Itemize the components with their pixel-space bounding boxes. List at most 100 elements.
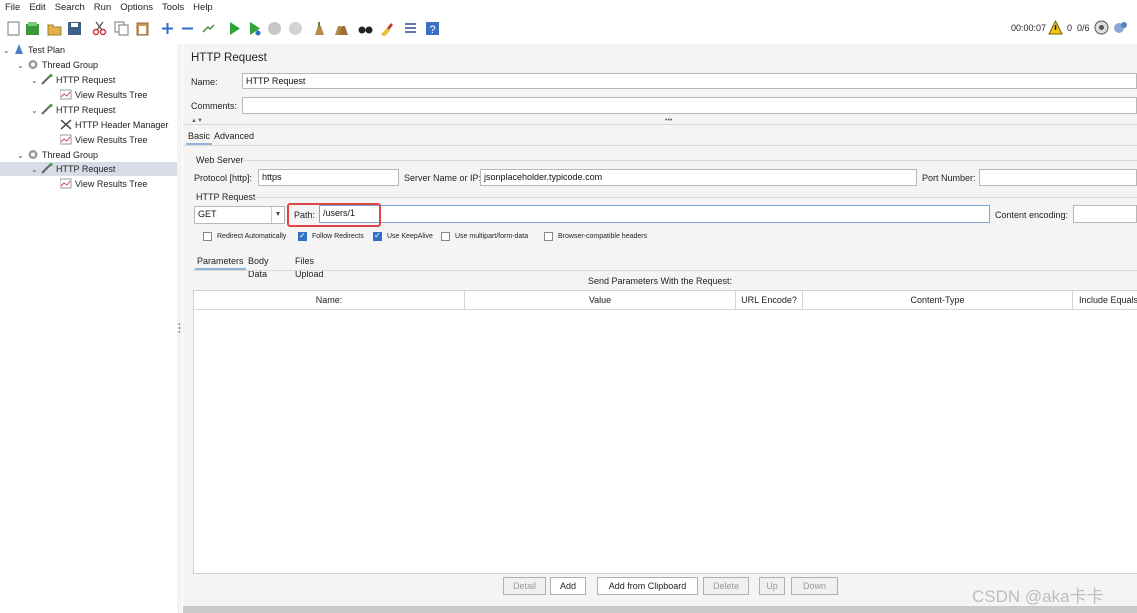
redirect-automatically-label: Redirect Automatically	[217, 233, 287, 240]
menu-run[interactable]: Run	[94, 2, 111, 13]
start-no-pause-icon[interactable]	[247, 21, 262, 36]
protocol-label: Protocol [http]:	[194, 173, 253, 183]
tree-node-view-results-tree[interactable]: View Results Tree	[60, 133, 147, 147]
path-highlight-box	[287, 203, 381, 227]
shutdown-icon[interactable]	[288, 21, 303, 36]
warning-icon[interactable]	[1048, 20, 1063, 35]
column-include-equals[interactable]: Include Equals?	[1073, 291, 1137, 309]
content-encoding-field[interactable]	[1073, 205, 1137, 223]
tools-icon	[60, 119, 72, 130]
collapse-icon[interactable]	[180, 21, 195, 36]
logger-icon[interactable]	[1113, 20, 1128, 35]
elapsed-time: 00:00:07	[1011, 23, 1047, 33]
remote-threads-icon[interactable]	[1094, 20, 1109, 35]
clear-icon[interactable]	[312, 21, 327, 36]
up-button[interactable]: Up	[759, 577, 785, 595]
server-field[interactable]: jsonplaceholder.typicode.com	[480, 169, 917, 186]
name-field[interactable]: HTTP Request	[242, 73, 1137, 89]
path-field[interactable]: /users/1	[319, 205, 990, 223]
tree-node-http-header-manager[interactable]: HTTP Header Manager	[60, 118, 168, 132]
method-select[interactable]: GET ▼	[194, 206, 285, 224]
detail-button[interactable]: Detail	[503, 577, 546, 595]
delete-button[interactable]: Delete	[703, 577, 749, 595]
port-label: Port Number:	[922, 173, 976, 183]
tree-node-view-results-tree[interactable]: View Results Tree	[60, 88, 147, 102]
menu-options[interactable]: Options	[120, 2, 153, 13]
follow-redirects-label: Follow Redirects	[312, 233, 364, 240]
chart-icon	[60, 134, 72, 145]
stop-icon[interactable]	[267, 21, 282, 36]
down-button[interactable]: Down	[791, 577, 838, 595]
column-value[interactable]: Value	[465, 291, 736, 309]
http-request-section-label: HTTP Request	[196, 192, 256, 202]
templates-icon[interactable]	[25, 21, 40, 36]
menu-file[interactable]: File	[5, 2, 20, 13]
search-binoculars-icon[interactable]	[358, 21, 373, 36]
expand-icon[interactable]	[160, 21, 175, 36]
port-field[interactable]	[979, 169, 1137, 186]
chevron-down-icon[interactable]: ⌄	[3, 44, 13, 58]
toolbar: ? 00:00:07 0 0/6	[0, 14, 1137, 45]
parameters-table[interactable]: Name: Value URL Encode? Content-Type Inc…	[193, 290, 1137, 574]
copy-icon[interactable]	[114, 21, 129, 36]
web-server-divider	[243, 160, 1137, 161]
start-icon[interactable]	[227, 21, 242, 36]
new-icon[interactable]	[6, 21, 21, 36]
tree-node-http-request-selected[interactable]: ⌄ HTTP Request	[0, 162, 177, 176]
gear-icon	[28, 150, 38, 159]
tab-basic[interactable]: Basic	[186, 130, 213, 145]
reset-search-icon[interactable]	[379, 21, 394, 36]
open-icon[interactable]	[47, 21, 62, 36]
divider-grip-icon[interactable]: •••	[665, 117, 672, 124]
use-multipart-label: Use multipart/form-data	[455, 233, 529, 240]
add-from-clipboard-button[interactable]: Add from Clipboard	[597, 577, 698, 595]
chevron-down-icon[interactable]: ⌄	[31, 74, 41, 88]
chevron-down-icon[interactable]: ⌄	[17, 149, 27, 163]
column-content-type[interactable]: Content-Type	[803, 291, 1073, 309]
horizontal-scrollbar[interactable]	[183, 606, 1137, 613]
browser-compatible-checkbox[interactable]	[544, 232, 553, 241]
menu-bar: File Edit Search Run Options Tools Help	[0, 0, 1137, 14]
paste-icon[interactable]	[135, 21, 150, 36]
chart-icon	[60, 89, 72, 100]
redirect-automatically-checkbox[interactable]	[203, 232, 212, 241]
column-url-encode[interactable]: URL Encode?	[736, 291, 803, 309]
use-keepalive-checkbox[interactable]	[373, 231, 382, 241]
menu-tools[interactable]: Tools	[162, 2, 184, 13]
chevron-down-icon[interactable]: ⌄	[31, 163, 41, 177]
help-icon[interactable]: ?	[425, 21, 440, 36]
http-request-divider	[252, 197, 1137, 198]
follow-redirects-checkbox[interactable]	[298, 231, 307, 241]
column-name[interactable]: Name:	[194, 291, 465, 309]
chart-icon	[60, 178, 72, 189]
comments-field[interactable]	[242, 97, 1137, 114]
tree-node-thread-group[interactable]: ⌄ Thread Group	[17, 58, 98, 72]
server-label: Server Name or IP:	[404, 173, 482, 183]
chevron-down-icon[interactable]: ⌄	[17, 59, 27, 73]
menu-search[interactable]: Search	[55, 2, 85, 13]
tree-node-test-plan[interactable]: ⌄ Test Plan	[3, 43, 65, 57]
chevron-down-icon[interactable]: ▼	[271, 207, 284, 223]
use-multipart-checkbox[interactable]	[441, 232, 450, 241]
tab-files-upload[interactable]: Files Upload	[293, 255, 326, 279]
chevron-down-icon[interactable]: ⌄	[31, 104, 41, 118]
tab-advanced[interactable]: Advanced	[212, 130, 256, 143]
pipette-icon	[41, 104, 53, 115]
tab-parameters[interactable]: Parameters	[195, 255, 246, 270]
menu-help[interactable]: Help	[193, 2, 213, 13]
cut-icon[interactable]	[92, 21, 107, 36]
drag-handle-icon[interactable]	[177, 322, 182, 334]
toggle-icon[interactable]	[201, 21, 216, 36]
tree-node-http-request[interactable]: ⌄ HTTP Request	[31, 103, 115, 117]
protocol-field[interactable]: https	[258, 169, 399, 186]
tree-node-thread-group[interactable]: ⌄ Thread Group	[17, 148, 98, 162]
clear-all-icon[interactable]	[333, 21, 348, 36]
save-icon[interactable]	[67, 21, 82, 36]
add-button[interactable]: Add	[550, 577, 586, 595]
splitter[interactable]	[177, 44, 182, 613]
tree-node-http-request[interactable]: ⌄ HTTP Request	[31, 73, 115, 87]
tab-body-data[interactable]: Body Data	[246, 255, 271, 279]
function-helper-icon[interactable]	[403, 21, 418, 36]
menu-edit[interactable]: Edit	[29, 2, 45, 13]
tree-node-view-results-tree[interactable]: View Results Tree	[60, 177, 147, 191]
